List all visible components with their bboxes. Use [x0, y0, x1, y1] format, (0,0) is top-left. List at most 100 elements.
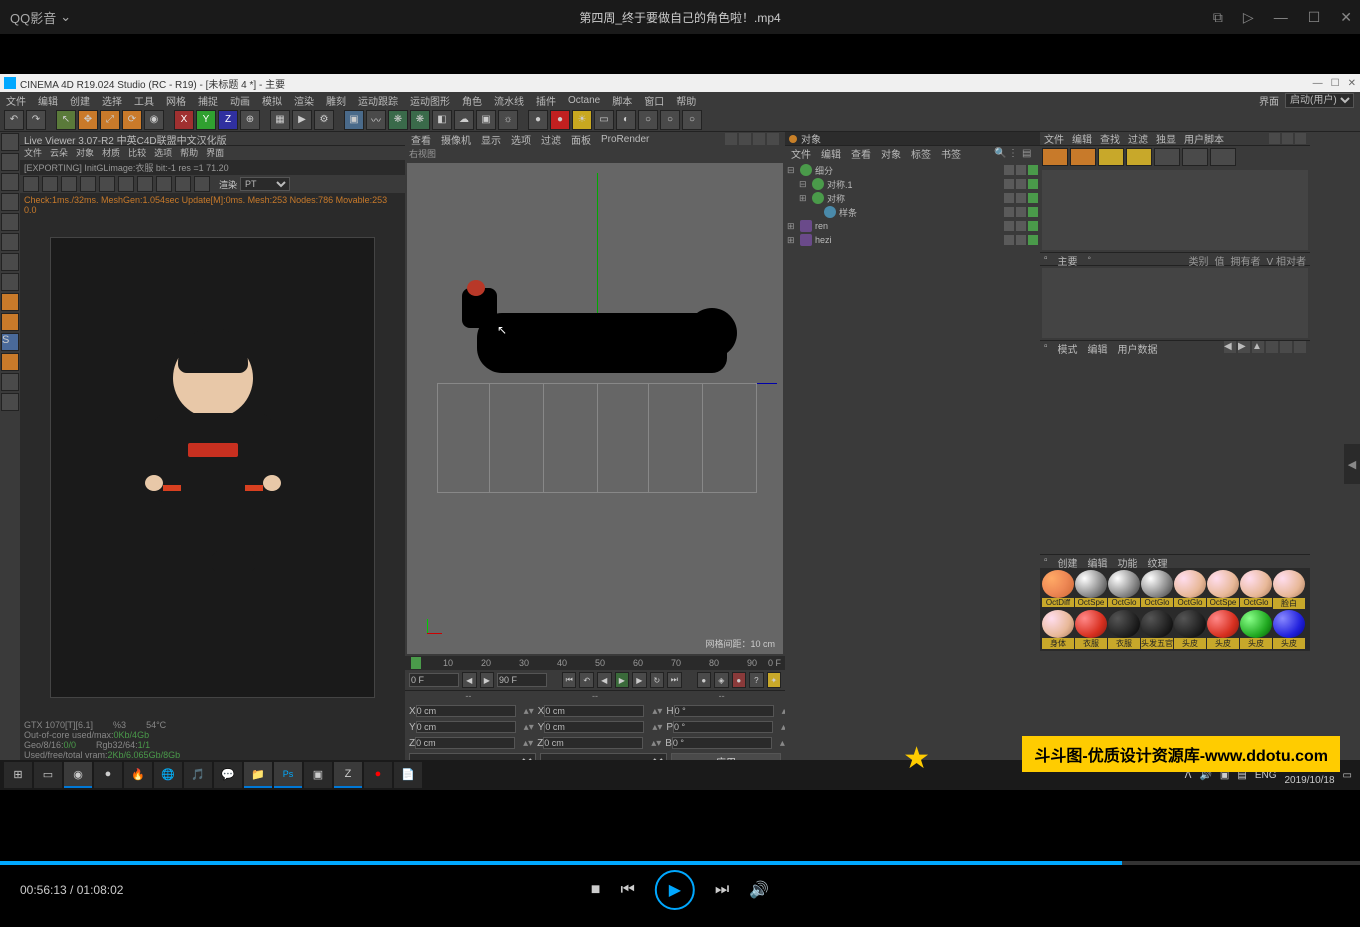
material-item[interactable]: 头发五官: [1141, 610, 1173, 649]
menu-file[interactable]: 文件: [6, 93, 26, 108]
obj-tag2-icon[interactable]: [1028, 221, 1038, 231]
tl-fwd-icon[interactable]: ▶: [632, 672, 647, 688]
lv-settings-icon[interactable]: [99, 176, 115, 192]
attr-col-val[interactable]: 值: [1215, 253, 1225, 265]
menu-tools[interactable]: 工具: [134, 93, 154, 108]
vp-menu-opt[interactable]: 选项: [511, 132, 531, 147]
material-item[interactable]: OctGlo: [1240, 570, 1272, 609]
material-item[interactable]: OctGlo: [1108, 570, 1140, 609]
menu-sculpt[interactable]: 雕刻: [326, 93, 346, 108]
ai1-icon[interactable]: [1042, 148, 1068, 166]
snap2-icon[interactable]: [1, 353, 19, 371]
obj-item[interactable]: ⊟细分: [787, 163, 1038, 177]
pip-icon[interactable]: ⧉: [1213, 9, 1223, 26]
attr-up-icon[interactable]: ▲: [1252, 341, 1264, 353]
mat-tab-tex[interactable]: 纹理: [1148, 555, 1168, 568]
ai7-icon[interactable]: [1210, 148, 1236, 166]
tl-back-icon[interactable]: ↶: [579, 672, 594, 688]
lv-tb8-icon[interactable]: [156, 176, 172, 192]
lv-pick-icon[interactable]: [175, 176, 191, 192]
oct1-icon[interactable]: ●: [528, 110, 548, 130]
attr-n2-icon[interactable]: [1280, 341, 1292, 353]
generator-icon[interactable]: ❋: [388, 110, 408, 130]
attr-sub-main[interactable]: 主要: [1058, 253, 1078, 265]
taskbar-rec[interactable]: ●: [364, 762, 392, 788]
player-app-name[interactable]: QQ影音 ⌄: [10, 8, 71, 27]
render-view-icon[interactable]: ▦: [270, 110, 290, 130]
attr-tab-find[interactable]: 查找: [1100, 131, 1120, 146]
menu-script[interactable]: 脚本: [612, 93, 632, 108]
material-item[interactable]: 头皮: [1240, 610, 1272, 649]
tray-notif-icon[interactable]: ▭: [1343, 770, 1352, 781]
oct-rec-icon[interactable]: ●: [550, 110, 570, 130]
menu-octane[interactable]: Octane: [568, 95, 600, 106]
oct4-icon[interactable]: ○: [638, 110, 658, 130]
obj-menu-icon[interactable]: ▤: [1022, 148, 1034, 160]
workplane-icon[interactable]: [1, 193, 19, 211]
expand-icon[interactable]: ⊞: [799, 193, 809, 204]
snap-icon[interactable]: S: [1, 333, 19, 351]
extra-icon[interactable]: [1, 393, 19, 411]
obj-tag-icon[interactable]: [1004, 235, 1014, 245]
mat-tab-func[interactable]: 功能: [1118, 555, 1138, 568]
cube-prim-icon[interactable]: ▣: [344, 110, 364, 130]
obj-tag2-icon[interactable]: [1028, 235, 1038, 245]
obj-item[interactable]: 样条: [787, 205, 1038, 219]
render-settings-icon[interactable]: ⚙: [314, 110, 334, 130]
tl-auto-icon[interactable]: ●: [732, 672, 747, 688]
material-item[interactable]: OctDiff: [1042, 570, 1074, 609]
menu-mograph[interactable]: 运动图形: [410, 93, 450, 108]
obj-item[interactable]: ⊟对称.1: [787, 177, 1038, 191]
obj-filter-icon[interactable]: ⋮: [1008, 148, 1020, 160]
menu-edit[interactable]: 编辑: [38, 93, 58, 108]
tl-prev-icon[interactable]: ◀: [462, 672, 477, 688]
generator2-icon[interactable]: ❋: [410, 110, 430, 130]
c4d-minimize-icon[interactable]: —: [1313, 78, 1323, 89]
attr-col-cat[interactable]: 类别: [1189, 253, 1209, 265]
lv-menu-cloud[interactable]: 云朵: [50, 146, 68, 160]
x-axis-icon[interactable]: X: [174, 110, 194, 130]
volume-button[interactable]: 🔊: [749, 880, 769, 900]
taskbar-app3[interactable]: 🔥: [124, 762, 152, 788]
vp-nav2-icon[interactable]: [739, 133, 751, 145]
vp-menu-cam[interactable]: 摄像机: [441, 132, 471, 147]
attr-tab-solo[interactable]: 独显: [1156, 131, 1176, 146]
c4d-titlebar[interactable]: CINEMA 4D R19.024 Studio (RC - R19) - [未…: [0, 74, 1360, 92]
vp-menu-view[interactable]: 查看: [411, 132, 431, 147]
attr-mode[interactable]: 模式: [1058, 341, 1078, 354]
render-pv-icon[interactable]: ▶: [292, 110, 312, 130]
prev-button[interactable]: ⏮: [620, 881, 634, 899]
menu-snap[interactable]: 捕捉: [198, 93, 218, 108]
coord-z-input[interactable]: [415, 737, 515, 749]
menu-plugin[interactable]: 插件: [536, 93, 556, 108]
z-axis-icon[interactable]: Z: [218, 110, 238, 130]
spline-icon[interactable]: 〰: [366, 110, 386, 130]
select-tool-icon[interactable]: ↖: [56, 110, 76, 130]
ai5-icon[interactable]: [1154, 148, 1180, 166]
obj-tab-view[interactable]: 查看: [851, 146, 871, 161]
menu-track[interactable]: 运动跟踪: [358, 93, 398, 108]
taskbar-app2[interactable]: ●: [94, 762, 122, 788]
lv-menu-help[interactable]: 帮助: [180, 146, 198, 160]
c4d-maximize-icon[interactable]: ☐: [1331, 78, 1340, 89]
obj-tag-icon[interactable]: [1004, 221, 1014, 231]
menu-anim[interactable]: 动画: [230, 93, 250, 108]
material-item[interactable]: OctGlo: [1174, 570, 1206, 609]
material-item[interactable]: OctSpe: [1207, 570, 1239, 609]
tl-loop-icon[interactable]: ↻: [650, 672, 665, 688]
menu-select[interactable]: 选择: [102, 93, 122, 108]
oct3-icon[interactable]: ◐: [616, 110, 636, 130]
obj-vis-icon[interactable]: [1016, 165, 1026, 175]
vp-menu-pro[interactable]: ProRender: [601, 134, 649, 145]
attr-col-rel[interactable]: V 相对者: [1267, 253, 1306, 265]
vp-menu-disp[interactable]: 显示: [481, 132, 501, 147]
mat-tab-edit[interactable]: 编辑: [1088, 555, 1108, 568]
expand-icon[interactable]: ⊞: [787, 221, 797, 232]
layout-select[interactable]: 启动(用户): [1285, 93, 1354, 108]
coord-sx-input[interactable]: [544, 705, 644, 717]
menu-help[interactable]: 帮助: [676, 93, 696, 108]
next-button[interactable]: ⏭: [715, 881, 729, 899]
material-item[interactable]: 衣服: [1075, 610, 1107, 649]
taskbar-chrome[interactable]: 🌐: [154, 762, 182, 788]
obj-item[interactable]: ⊞ren: [787, 219, 1038, 233]
